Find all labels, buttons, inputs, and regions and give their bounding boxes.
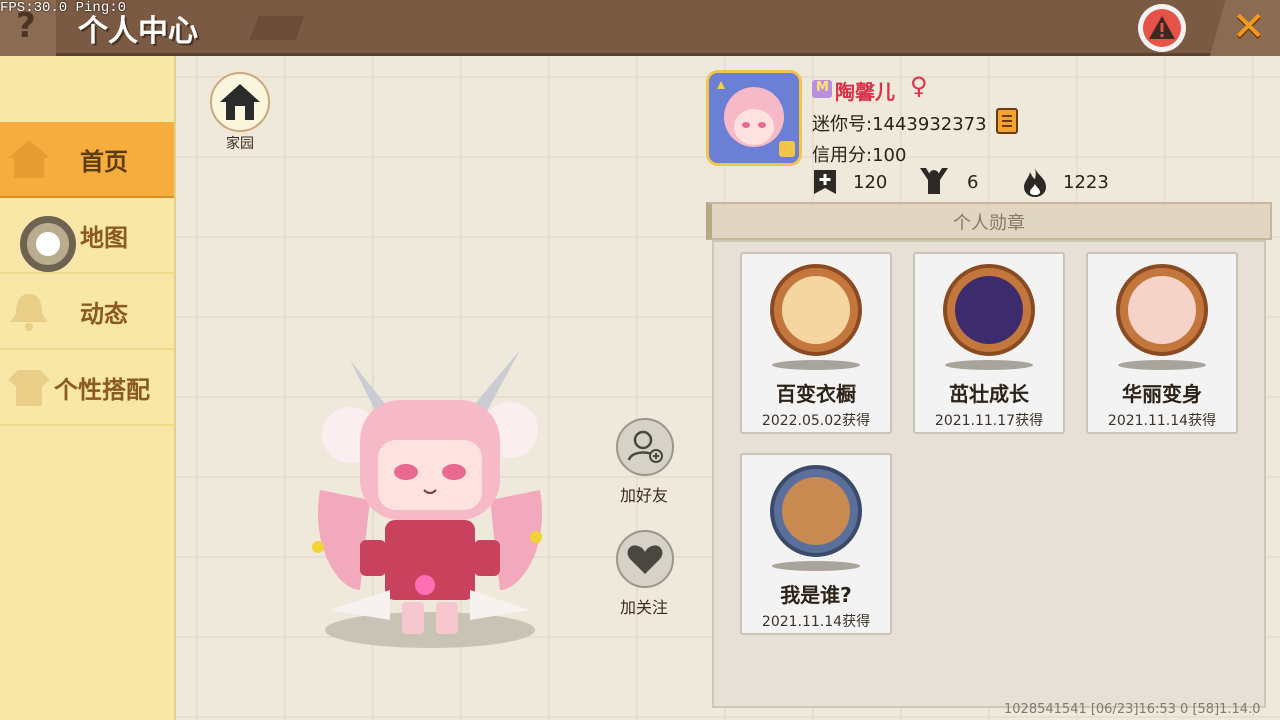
stat-value: 6 xyxy=(967,172,979,193)
floating-joystick[interactable] xyxy=(20,216,76,272)
sidebar: 首页 地图 动态 个性搭配 xyxy=(0,56,176,720)
add-friend-icon xyxy=(627,430,663,463)
sidebar-item-label: 首页 xyxy=(80,148,128,176)
sidebar-item-label: 地图 xyxy=(80,224,128,252)
medal-date: 2021.11.17获得 xyxy=(934,413,1044,429)
medal-card[interactable]: 我是谁? 2021.11.14获得 xyxy=(740,453,892,635)
medal-shadow xyxy=(945,360,1033,370)
player-avatar[interactable] xyxy=(706,70,802,166)
medal-name: 我是谁? xyxy=(780,583,852,607)
medal-date: 2022.05.02获得 xyxy=(761,413,871,429)
sidebar-item-home[interactable]: 首页 xyxy=(0,122,174,198)
female-gender-icon: ♀ xyxy=(910,72,928,100)
character-avatar-model[interactable] xyxy=(290,340,570,660)
cheer-person-icon xyxy=(920,168,948,194)
medal-date: 2021.11.14获得 xyxy=(761,614,871,630)
medal-name: 茁壮成长 xyxy=(949,382,1029,406)
sidebar-item-feed[interactable]: 动态 xyxy=(0,274,174,350)
homeland-button[interactable] xyxy=(210,72,270,132)
medal-card[interactable]: 华丽变身 2021.11.14获得 xyxy=(1086,252,1238,434)
add-friend-label: 加好友 xyxy=(619,486,668,505)
stat-value: 120 xyxy=(853,172,888,193)
mini-id: 迷你号:1443932373 xyxy=(812,114,987,135)
medal-shadow xyxy=(1118,360,1206,370)
close-icon[interactable]: ✕ xyxy=(1232,4,1266,50)
stat-value: 1223 xyxy=(1063,172,1109,193)
shirt-icon xyxy=(8,370,50,406)
medal-name: 百变衣橱 xyxy=(776,382,856,406)
medal-name: 华丽变身 xyxy=(1122,382,1202,406)
player-name: 陶馨儿 xyxy=(835,80,895,104)
medal-badge-icon xyxy=(943,264,1035,356)
medal-panel: 百变衣橱 2022.05.02获得 茁壮成长 2021.11.17获得 华丽变身… xyxy=(712,240,1266,708)
heart-icon xyxy=(627,545,663,574)
medal-shadow xyxy=(772,561,860,571)
flame-icon xyxy=(1024,168,1046,197)
follow-label: 加关注 xyxy=(619,598,668,617)
medal-shadow xyxy=(772,360,860,370)
warning-triangle-glyph xyxy=(1149,16,1175,39)
sidebar-item-label: 动态 xyxy=(80,300,128,328)
vip-badge-icon: M xyxy=(812,80,832,98)
follow-button[interactable] xyxy=(616,530,674,588)
medal-card[interactable]: 百变衣橱 2022.05.02获得 xyxy=(740,252,892,434)
add-friend-button[interactable] xyxy=(616,418,674,476)
medal-section-title: 个人勋章 xyxy=(953,213,1025,234)
credit-score: 信用分:100 xyxy=(812,145,907,166)
medal-badge-icon xyxy=(770,465,862,557)
medal-card[interactable]: 茁壮成长 2021.11.17获得 xyxy=(913,252,1065,434)
debug-footer: 1028541541 [06/23]16:53 0 [58]1.14.0 xyxy=(1004,702,1261,717)
joystick-knob xyxy=(36,232,60,256)
copy-icon[interactable] xyxy=(996,108,1018,134)
medal-badge-icon xyxy=(1116,264,1208,356)
avatar-portrait xyxy=(709,73,799,163)
bell-icon xyxy=(10,294,48,331)
sidebar-item-label: 个性搭配 xyxy=(54,376,150,404)
page-title: 个人中心 xyxy=(78,14,198,49)
plus-flag-icon xyxy=(814,170,836,194)
house-icon xyxy=(220,84,260,120)
medal-badge-icon xyxy=(770,264,862,356)
report-button[interactable] xyxy=(1138,4,1186,52)
sidebar-item-outfit[interactable]: 个性搭配 xyxy=(0,350,174,426)
homeland-label: 家园 xyxy=(226,136,254,152)
header-decoration xyxy=(249,16,305,40)
house-icon xyxy=(8,140,50,178)
medal-date: 2021.11.14获得 xyxy=(1107,413,1217,429)
